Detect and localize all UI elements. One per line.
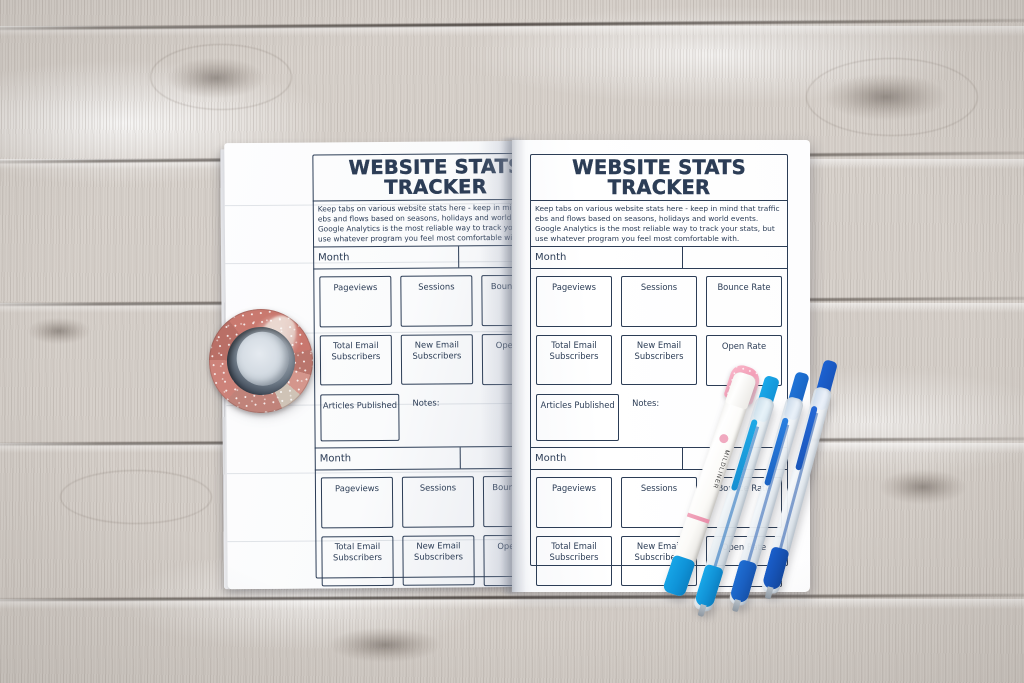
form-border bbox=[312, 152, 528, 579]
wood-knot bbox=[28, 318, 90, 344]
wood-grain-swirl bbox=[60, 470, 212, 524]
wood-knot bbox=[880, 470, 966, 504]
wood-grain-swirl bbox=[806, 58, 978, 136]
wood-grain-swirl bbox=[150, 44, 292, 110]
photo-scene: WEBSITE STATS TRACKER Keep tabs on vario… bbox=[0, 0, 1024, 683]
wood-knot bbox=[330, 628, 440, 662]
form-border bbox=[530, 154, 788, 566]
washi-tape-roll[interactable] bbox=[202, 302, 321, 422]
stats-tracker-printable-right: WEBSITE STATS TRACKER Keep tabs on vario… bbox=[530, 154, 788, 588]
stats-tracker-printable-left: WEBSITE STATS TRACKER Keep tabs on vario… bbox=[312, 152, 528, 587]
highlighter-color-dot bbox=[718, 432, 730, 445]
